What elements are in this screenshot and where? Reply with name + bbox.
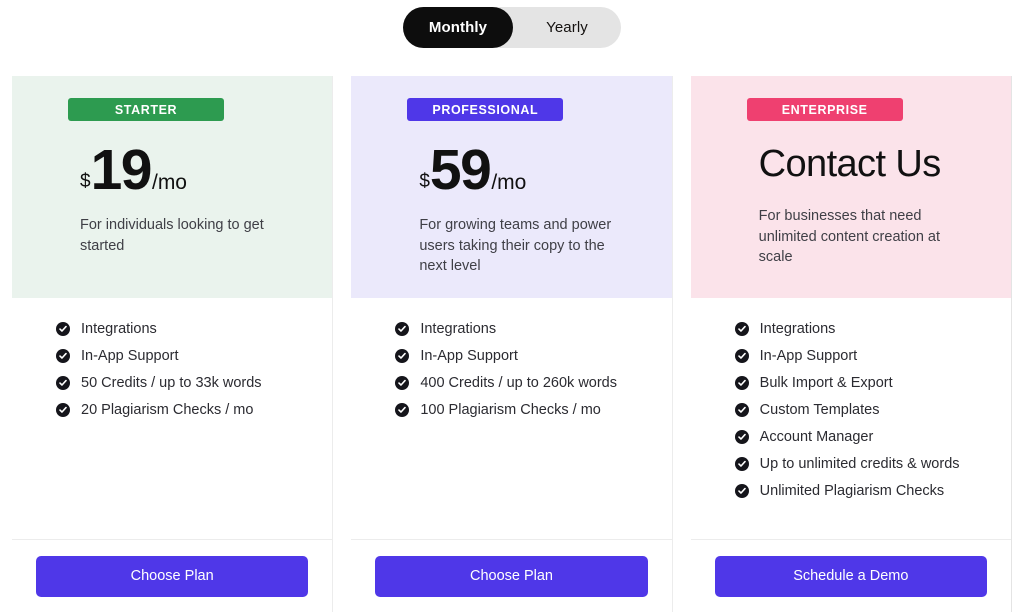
list-item: 50 Credits / up to 33k words	[56, 375, 308, 391]
plan-headline-enterprise: Contact Us	[758, 143, 942, 185]
list-item: In-App Support	[395, 348, 647, 364]
feature-label: Custom Templates	[759, 402, 880, 418]
feature-label: Bulk Import & Export	[759, 375, 893, 391]
feature-label: In-App Support	[420, 348, 518, 364]
list-item: Integrations	[395, 321, 647, 337]
list-item: Bulk Import & Export	[734, 375, 987, 391]
choose-plan-button-starter[interactable]: Choose Plan	[36, 555, 309, 597]
check-circle-icon	[56, 349, 70, 363]
feature-label: In-App Support	[81, 348, 179, 364]
price-period: /mo	[491, 171, 527, 194]
list-item: Unlimited Plagiarism Checks	[734, 483, 987, 499]
check-circle-icon	[395, 322, 410, 336]
list-item: 400 Credits / up to 260k words	[395, 375, 647, 391]
check-circle-icon	[395, 403, 410, 417]
feature-label: Unlimited Plagiarism Checks	[759, 483, 945, 499]
pricing-cards: STARTER $ 19 /mo For individuals looking…	[12, 76, 1012, 612]
check-circle-icon	[56, 322, 70, 336]
billing-toggle-monthly[interactable]: Monthly	[403, 7, 513, 48]
currency-symbol: $	[80, 171, 91, 192]
check-circle-icon	[734, 349, 749, 363]
list-item: In-App Support	[734, 348, 987, 364]
check-circle-icon	[395, 349, 410, 363]
card-header-enterprise: ENTERPRISE Contact Us For businesses tha…	[690, 76, 1011, 298]
price-amount: 59	[429, 138, 492, 202]
card-header-starter: STARTER $ 19 /mo For individuals looking…	[12, 76, 333, 298]
pricing-card-enterprise: ENTERPRISE Contact Us For businesses tha…	[690, 76, 1012, 612]
card-footer-starter: Choose Plan	[12, 539, 333, 612]
plan-description-enterprise: For businesses that need unlimited conte…	[758, 208, 941, 266]
card-footer-enterprise: Schedule a Demo	[690, 539, 1011, 612]
plan-description-professional: For growing teams and power users taking…	[419, 217, 612, 275]
list-item: 100 Plagiarism Checks / mo	[395, 402, 647, 418]
feature-label: Up to unlimited credits & words	[759, 456, 960, 472]
billing-toggle-yearly[interactable]: Yearly	[513, 7, 621, 48]
check-circle-icon	[734, 322, 749, 336]
check-circle-icon	[56, 376, 70, 390]
plan-price-starter: $ 19 /mo	[80, 142, 308, 199]
feature-label: Integrations	[81, 321, 157, 337]
check-circle-icon	[395, 376, 410, 390]
pricing-card-professional: PROFESSIONAL $ 59 /mo For growing teams …	[351, 76, 673, 612]
feature-label: Integrations	[420, 321, 497, 337]
feature-list-professional: Integrations In-App Support 400 Credits …	[351, 298, 671, 539]
check-circle-icon	[734, 376, 749, 390]
feature-label: 100 Plagiarism Checks / mo	[420, 402, 601, 418]
feature-label: 50 Credits / up to 33k words	[81, 375, 262, 391]
list-item: Up to unlimited credits & words	[734, 456, 987, 472]
plan-badge-enterprise: ENTERPRISE	[746, 98, 903, 121]
plan-badge-professional: PROFESSIONAL	[407, 98, 564, 121]
plan-description-starter: For individuals looking to get started	[80, 217, 264, 254]
price-amount: 19	[90, 138, 153, 202]
feature-list-starter: Integrations In-App Support 50 Credits /…	[12, 298, 332, 539]
pricing-card-starter: STARTER $ 19 /mo For individuals looking…	[12, 76, 334, 612]
feature-label: Integrations	[759, 321, 836, 337]
card-header-professional: PROFESSIONAL $ 59 /mo For growing teams …	[351, 76, 672, 298]
feature-label: In-App Support	[759, 348, 858, 364]
card-footer-professional: Choose Plan	[351, 539, 672, 612]
check-circle-icon	[734, 430, 749, 444]
schedule-demo-button[interactable]: Schedule a Demo	[714, 555, 987, 597]
check-circle-icon	[734, 457, 749, 471]
feature-list-enterprise: Integrations In-App Support Bulk Import …	[691, 298, 1011, 539]
list-item: Custom Templates	[734, 402, 987, 418]
feature-label: 20 Plagiarism Checks / mo	[81, 402, 254, 418]
feature-label: 400 Credits / up to 260k words	[420, 375, 617, 391]
billing-toggle-container: Monthly Yearly	[0, 0, 1024, 48]
check-circle-icon	[56, 403, 70, 417]
list-item: Integrations	[734, 321, 987, 337]
plan-price-professional: $ 59 /mo	[419, 142, 647, 199]
list-item: Account Manager	[734, 429, 987, 445]
pricing-page: Monthly Yearly STARTER $ 19 /mo For indi…	[0, 0, 1024, 612]
check-circle-icon	[734, 403, 749, 417]
currency-symbol: $	[419, 171, 430, 192]
list-item: In-App Support	[56, 348, 308, 364]
check-circle-icon	[734, 484, 749, 498]
choose-plan-button-professional[interactable]: Choose Plan	[375, 555, 648, 597]
billing-toggle[interactable]: Monthly Yearly	[403, 7, 621, 48]
list-item: Integrations	[56, 321, 308, 337]
price-period: /mo	[151, 171, 187, 194]
plan-badge-starter: STARTER	[68, 98, 224, 121]
feature-label: Account Manager	[759, 429, 874, 445]
list-item: 20 Plagiarism Checks / mo	[56, 402, 308, 418]
